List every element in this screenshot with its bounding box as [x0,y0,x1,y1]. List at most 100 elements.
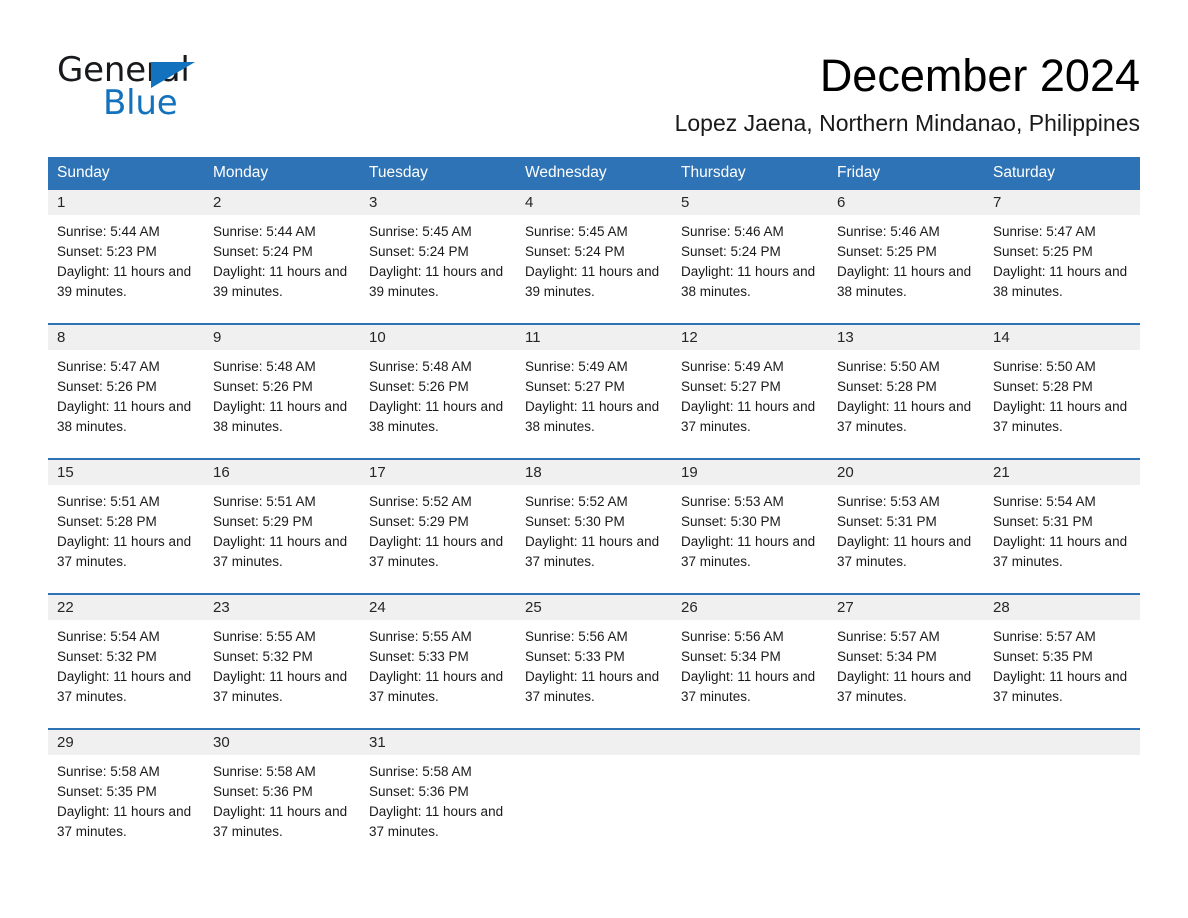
day-number: 8 [48,325,204,350]
sunset-text: Sunset: 5:26 PM [369,379,469,394]
day-cell[interactable]: 20 Sunrise: 5:53 AM Sunset: 5:31 PM Dayl… [828,458,984,594]
daylight-text: Daylight: 11 hours and 37 minutes. [213,804,348,839]
sunrise-text: Sunrise: 5:47 AM [57,359,160,374]
day-cell-empty [672,728,828,863]
sunrise-text: Sunrise: 5:58 AM [369,764,472,779]
day-cell[interactable]: 12 Sunrise: 5:49 AM Sunset: 5:27 PM Dayl… [672,323,828,459]
title-block: December 2024 Lopez Jaena, Northern Mind… [675,50,1140,138]
day-cell[interactable]: 18 Sunrise: 5:52 AM Sunset: 5:30 PM Dayl… [516,458,672,594]
day-number: 30 [204,730,360,755]
day-number: 6 [828,190,984,215]
day-cell[interactable]: 14 Sunrise: 5:50 AM Sunset: 5:28 PM Dayl… [984,323,1140,459]
day-cell[interactable]: 16 Sunrise: 5:51 AM Sunset: 5:29 PM Dayl… [204,458,360,594]
daylight-text: Daylight: 11 hours and 37 minutes. [681,399,816,434]
sunset-text: Sunset: 5:26 PM [57,379,157,394]
daylight-text: Daylight: 11 hours and 37 minutes. [837,534,972,569]
sunset-text: Sunset: 5:34 PM [837,649,937,664]
day-cell[interactable]: 11 Sunrise: 5:49 AM Sunset: 5:27 PM Dayl… [516,323,672,459]
calendar-page: General Blue December 2024 Lopez Jaena, … [0,0,1188,918]
brand-logo[interactable]: General Blue [57,52,317,124]
day-cell[interactable]: 1 Sunrise: 5:44 AM Sunset: 5:23 PM Dayli… [48,190,204,324]
day-cell[interactable]: 31 Sunrise: 5:58 AM Sunset: 5:36 PM Dayl… [360,728,516,863]
day-cell[interactable]: 8 Sunrise: 5:47 AM Sunset: 5:26 PM Dayli… [48,323,204,459]
day-cell[interactable]: 6 Sunrise: 5:46 AM Sunset: 5:25 PM Dayli… [828,190,984,324]
day-number: 23 [204,595,360,620]
day-cell[interactable]: 22 Sunrise: 5:54 AM Sunset: 5:32 PM Dayl… [48,593,204,729]
day-cell[interactable]: 9 Sunrise: 5:48 AM Sunset: 5:26 PM Dayli… [204,323,360,459]
day-cell[interactable]: 19 Sunrise: 5:53 AM Sunset: 5:30 PM Dayl… [672,458,828,594]
day-cell[interactable]: 23 Sunrise: 5:55 AM Sunset: 5:32 PM Dayl… [204,593,360,729]
sunrise-text: Sunrise: 5:54 AM [57,629,160,644]
day-details: Sunrise: 5:56 AM Sunset: 5:33 PM Dayligh… [516,620,672,707]
daylight-text: Daylight: 11 hours and 37 minutes. [525,534,660,569]
day-cell[interactable]: 5 Sunrise: 5:46 AM Sunset: 5:24 PM Dayli… [672,190,828,324]
sunrise-text: Sunrise: 5:56 AM [681,629,784,644]
weekday-header-friday: Friday [828,157,984,190]
day-details: Sunrise: 5:49 AM Sunset: 5:27 PM Dayligh… [516,350,672,437]
day-number: 4 [516,190,672,215]
day-cell[interactable]: 17 Sunrise: 5:52 AM Sunset: 5:29 PM Dayl… [360,458,516,594]
day-cell[interactable]: 3 Sunrise: 5:45 AM Sunset: 5:24 PM Dayli… [360,190,516,324]
day-cell-empty [828,728,984,863]
day-cell[interactable]: 7 Sunrise: 5:47 AM Sunset: 5:25 PM Dayli… [984,190,1140,324]
sunset-text: Sunset: 5:25 PM [993,244,1093,259]
day-number: 18 [516,460,672,485]
page-header: General Blue December 2024 Lopez Jaena, … [0,0,1188,136]
day-details: Sunrise: 5:52 AM Sunset: 5:30 PM Dayligh… [516,485,672,572]
day-cell[interactable]: 26 Sunrise: 5:56 AM Sunset: 5:34 PM Dayl… [672,593,828,729]
day-number: 25 [516,595,672,620]
sunset-text: Sunset: 5:24 PM [681,244,781,259]
day-details: Sunrise: 5:54 AM Sunset: 5:31 PM Dayligh… [984,485,1140,572]
sunrise-text: Sunrise: 5:46 AM [837,224,940,239]
sunrise-text: Sunrise: 5:58 AM [57,764,160,779]
weekday-header-wednesday: Wednesday [516,157,672,190]
day-number [672,730,828,755]
day-number: 12 [672,325,828,350]
calendar-header-row: Sunday Monday Tuesday Wednesday Thursday… [48,157,1140,190]
sunset-text: Sunset: 5:30 PM [525,514,625,529]
sunrise-text: Sunrise: 5:53 AM [681,494,784,509]
day-cell[interactable]: 30 Sunrise: 5:58 AM Sunset: 5:36 PM Dayl… [204,728,360,863]
day-number: 14 [984,325,1140,350]
day-cell[interactable]: 4 Sunrise: 5:45 AM Sunset: 5:24 PM Dayli… [516,190,672,324]
daylight-text: Daylight: 11 hours and 38 minutes. [837,264,972,299]
day-cell[interactable]: 24 Sunrise: 5:55 AM Sunset: 5:33 PM Dayl… [360,593,516,729]
day-cell[interactable]: 25 Sunrise: 5:56 AM Sunset: 5:33 PM Dayl… [516,593,672,729]
day-number: 24 [360,595,516,620]
day-details: Sunrise: 5:58 AM Sunset: 5:35 PM Dayligh… [48,755,204,842]
sunrise-text: Sunrise: 5:44 AM [57,224,160,239]
daylight-text: Daylight: 11 hours and 37 minutes. [57,534,192,569]
sunrise-text: Sunrise: 5:52 AM [525,494,628,509]
sunset-text: Sunset: 5:28 PM [993,379,1093,394]
day-cell[interactable]: 2 Sunrise: 5:44 AM Sunset: 5:24 PM Dayli… [204,190,360,324]
day-number: 10 [360,325,516,350]
sunrise-text: Sunrise: 5:46 AM [681,224,784,239]
day-number: 3 [360,190,516,215]
day-details: Sunrise: 5:44 AM Sunset: 5:24 PM Dayligh… [204,215,360,302]
sunrise-text: Sunrise: 5:51 AM [57,494,160,509]
sunset-text: Sunset: 5:28 PM [57,514,157,529]
day-cell[interactable]: 29 Sunrise: 5:58 AM Sunset: 5:35 PM Dayl… [48,728,204,863]
day-cell[interactable]: 21 Sunrise: 5:54 AM Sunset: 5:31 PM Dayl… [984,458,1140,594]
weekday-header-thursday: Thursday [672,157,828,190]
day-details: Sunrise: 5:50 AM Sunset: 5:28 PM Dayligh… [828,350,984,437]
sunrise-text: Sunrise: 5:56 AM [525,629,628,644]
sunset-text: Sunset: 5:27 PM [525,379,625,394]
day-cell[interactable]: 28 Sunrise: 5:57 AM Sunset: 5:35 PM Dayl… [984,593,1140,729]
day-cell[interactable]: 27 Sunrise: 5:57 AM Sunset: 5:34 PM Dayl… [828,593,984,729]
day-cell[interactable]: 10 Sunrise: 5:48 AM Sunset: 5:26 PM Dayl… [360,323,516,459]
daylight-text: Daylight: 11 hours and 37 minutes. [369,534,504,569]
day-cell[interactable]: 13 Sunrise: 5:50 AM Sunset: 5:28 PM Dayl… [828,323,984,459]
sunrise-text: Sunrise: 5:55 AM [369,629,472,644]
sunrise-text: Sunrise: 5:45 AM [369,224,472,239]
day-number: 1 [48,190,204,215]
day-number: 9 [204,325,360,350]
daylight-text: Daylight: 11 hours and 39 minutes. [369,264,504,299]
day-cell[interactable]: 15 Sunrise: 5:51 AM Sunset: 5:28 PM Dayl… [48,458,204,594]
sunset-text: Sunset: 5:23 PM [57,244,157,259]
day-cell-empty [516,728,672,863]
daylight-text: Daylight: 11 hours and 38 minutes. [993,264,1128,299]
weekday-header-monday: Monday [204,157,360,190]
day-details: Sunrise: 5:46 AM Sunset: 5:24 PM Dayligh… [672,215,828,302]
daylight-text: Daylight: 11 hours and 38 minutes. [213,399,348,434]
